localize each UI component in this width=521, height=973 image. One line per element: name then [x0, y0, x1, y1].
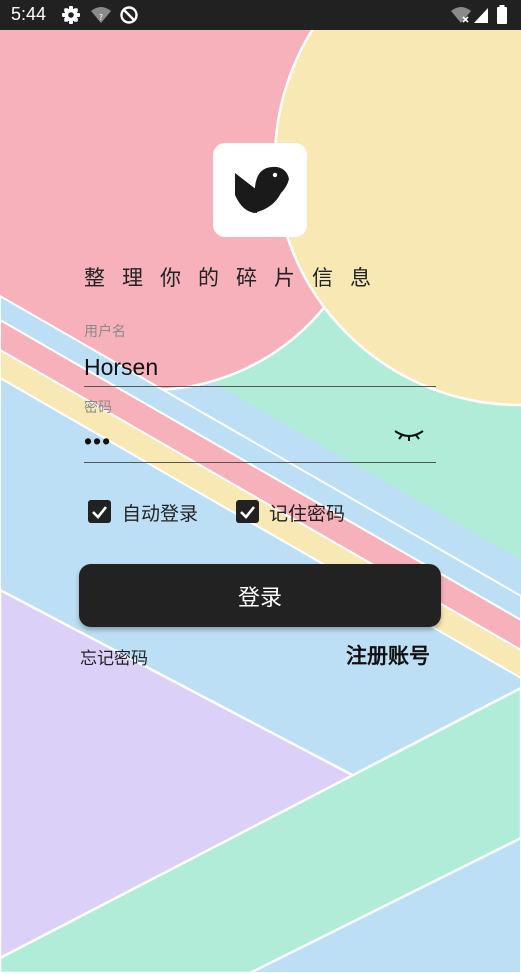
login-button[interactable]: 登录 — [79, 564, 441, 627]
signal-icon — [474, 8, 488, 23]
svg-text:?: ? — [99, 13, 103, 22]
password-input[interactable]: ••• — [84, 428, 111, 455]
username-input[interactable]: Horsen — [84, 354, 158, 381]
status-time: 5:44 — [11, 4, 47, 24]
checkmark-icon — [92, 506, 108, 519]
remember-password-label[interactable]: 记住密码 — [269, 499, 345, 526]
remember-password-checkbox[interactable] — [236, 500, 259, 523]
checkmark-icon — [240, 506, 256, 519]
app-slogan: 整理你的碎片信息 — [84, 266, 388, 290]
auto-login-checkbox[interactable] — [88, 500, 111, 523]
battery-icon — [497, 5, 507, 24]
eye-closed-icon[interactable] — [393, 424, 425, 444]
auto-login-label[interactable]: 自动登录 — [122, 499, 198, 526]
forgot-password-link[interactable]: 忘记密码 — [80, 644, 148, 669]
password-label: 密码 — [84, 400, 112, 416]
status-bar: 5:44 ? — [0, 0, 521, 30]
wifi-question-icon: ? — [91, 7, 111, 23]
username-underline — [84, 386, 436, 387]
data-saver-icon — [120, 6, 138, 24]
settings-gear-icon — [62, 6, 80, 24]
register-link[interactable]: 注册账号 — [346, 640, 430, 670]
app-logo — [213, 143, 307, 237]
bird-logo-icon — [235, 166, 289, 213]
wifi-off-icon — [451, 7, 471, 23]
login-screen: 5:44 ? 整理你的碎片信息 用户名 Horsen 密码 ••• 自动登录 记… — [0, 0, 521, 973]
login-button-label: 登录 — [237, 585, 282, 611]
password-underline — [84, 462, 436, 463]
username-label: 用户名 — [84, 324, 126, 340]
